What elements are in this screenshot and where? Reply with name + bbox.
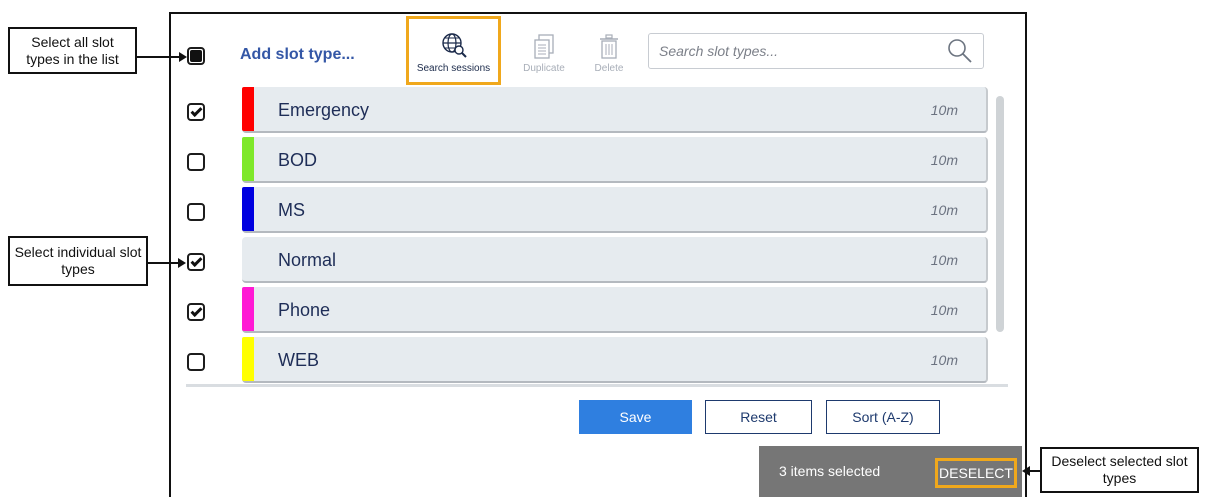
delete-label: Delete [594,63,624,74]
slot-type-name: BOD [278,150,318,170]
color-strip [242,237,254,281]
callout-select-all: Select all slot types in the list [8,27,137,74]
slot-type-duration: 10m [930,102,958,118]
color-strip [242,187,254,231]
delete-button[interactable]: Delete [586,26,632,74]
checkbox-fill-icon [190,50,202,62]
sort-button[interactable]: Sort (A-Z) [826,400,940,434]
save-button[interactable]: Save [579,400,692,434]
check-icon [189,104,203,117]
select-all-checkbox[interactable] [187,47,205,65]
color-strip [242,87,254,131]
selected-count: 3 items selected [779,463,881,479]
slot-type-name: MS [278,200,305,220]
slot-type-row[interactable]: Normal 10m [242,237,988,283]
callout-arrow [148,262,178,264]
slot-type-row[interactable]: WEB 10m [242,337,988,383]
row-checkbox[interactable] [187,353,205,371]
globe-search-icon [441,33,467,58]
callout-select-individual-text: Select individual slot types [14,244,142,277]
trash-icon [600,34,618,59]
slot-type-name: Normal [278,250,337,270]
search-icon [948,39,972,63]
slot-type-row[interactable]: MS 10m [242,187,988,233]
callout-deselect: Deselect selected slot types [1040,447,1199,493]
check-icon [189,254,203,267]
callout-arrow [137,56,179,58]
callout-select-individual: Select individual slot types [8,236,148,286]
check-icon [189,304,203,317]
duplicate-label: Duplicate [523,63,565,74]
deselect-button[interactable]: DESELECT [935,458,1017,488]
arrow-head-icon [1022,466,1030,476]
color-strip [242,287,254,331]
selection-bar: 3 items selected DESELECT [759,446,1022,497]
slot-type-duration: 10m [930,152,958,168]
search-sessions-button[interactable]: Search sessions [406,16,501,85]
slot-type-duration: 10m [930,202,958,218]
list-scrollbar[interactable] [996,96,1004,332]
reset-button[interactable]: Reset [705,400,812,434]
row-checkbox[interactable] [187,253,205,271]
search-slot-types[interactable] [648,33,984,69]
slot-type-duration: 10m [930,252,958,268]
callout-arrow [1030,470,1040,472]
row-checkbox[interactable] [187,303,205,321]
duplicate-icon [534,34,554,59]
color-strip [242,337,254,381]
add-slot-type-button[interactable]: Add slot type... [240,46,355,64]
slot-type-row[interactable]: Emergency 10m [242,87,988,133]
row-checkbox[interactable] [187,203,205,221]
row-checkbox[interactable] [187,103,205,121]
list-divider [186,384,1008,387]
search-input[interactable] [659,41,939,61]
row-checkbox[interactable] [187,153,205,171]
callout-deselect-text: Deselect selected slot types [1051,453,1188,486]
slot-type-duration: 10m [930,302,958,318]
slot-type-duration: 10m [930,352,958,368]
callout-select-all-text: Select all slot types in the list [26,33,119,67]
search-sessions-label: Search sessions [416,63,491,74]
duplicate-button[interactable]: Duplicate [516,26,572,74]
slot-type-name: WEB [278,350,320,370]
arrow-head-icon [178,258,186,268]
slot-type-name: Emergency [278,100,370,120]
arrow-head-icon [179,52,187,62]
slot-type-row[interactable]: BOD 10m [242,137,988,183]
slot-type-row[interactable]: Phone 10m [242,287,988,333]
slot-type-name: Phone [278,300,331,320]
color-strip [242,137,254,181]
